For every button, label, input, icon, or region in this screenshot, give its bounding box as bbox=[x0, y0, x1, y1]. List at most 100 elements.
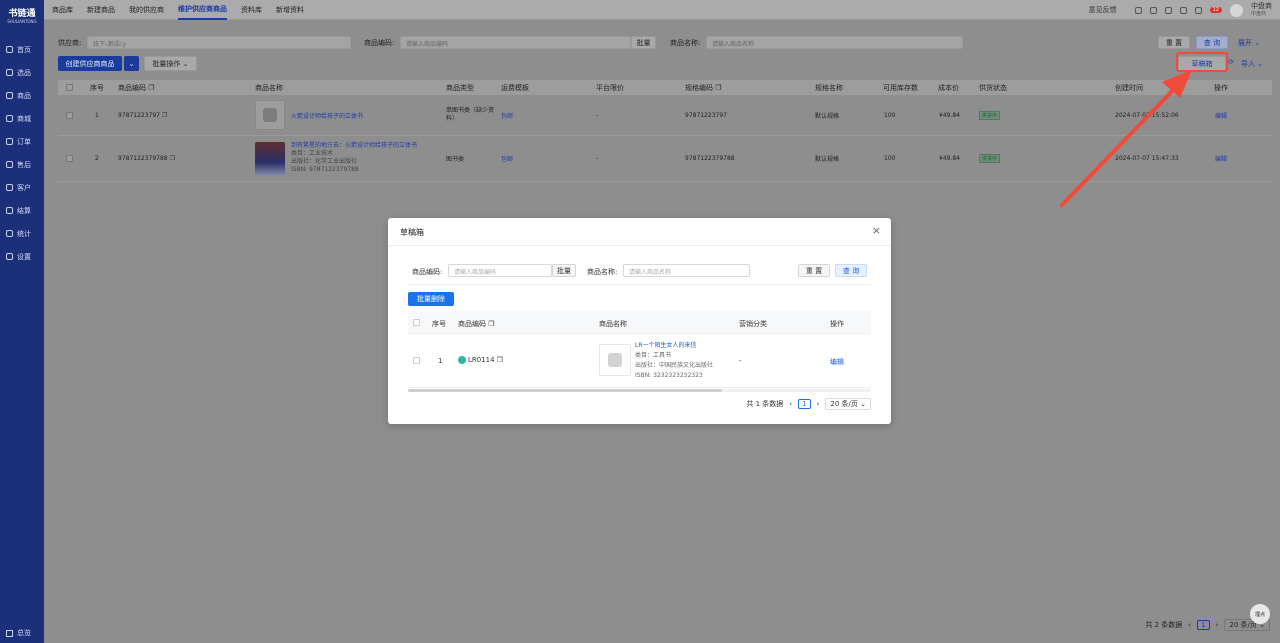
product-name-link[interactable]: 火箭设计师给孩子的立体书 bbox=[291, 111, 363, 120]
edit-link[interactable]: 编辑 bbox=[1215, 154, 1227, 163]
import-link[interactable]: 导入 ⌄ bbox=[1241, 59, 1263, 69]
copy-icon[interactable]: ❐ bbox=[162, 112, 167, 119]
row-checkbox[interactable] bbox=[66, 111, 73, 119]
modal-product-publisher: 出版社：中国民族文化出版社 bbox=[635, 362, 714, 369]
sidebar-item-aftersale[interactable]: 售后 bbox=[0, 153, 44, 176]
sidebar-item-settings[interactable]: 设置 bbox=[0, 245, 44, 268]
copy-icon[interactable]: ❐ bbox=[497, 356, 503, 364]
header-status: 供货状态 bbox=[979, 83, 1007, 92]
sidebar-item-customer[interactable]: 客户 bbox=[0, 176, 44, 199]
batch-operations-button[interactable]: 批量操作 ⌄ bbox=[144, 56, 197, 71]
modal-scrollbar-thumb[interactable] bbox=[408, 389, 722, 392]
headset-icon[interactable] bbox=[1164, 6, 1172, 14]
download-icon[interactable] bbox=[1134, 6, 1142, 14]
product-thumbnail bbox=[255, 100, 285, 130]
modal-page-size-select[interactable]: 20 条/页 ⌄ bbox=[825, 398, 871, 410]
modal-table-header: 序号 商品编码 ❐ 商品名称 营销分类 操作 bbox=[408, 311, 871, 334]
code-input[interactable]: 请输入商品编码 bbox=[400, 36, 631, 49]
copy-icon[interactable]: ❐ bbox=[148, 84, 154, 92]
copy-icon[interactable]: ❐ bbox=[715, 84, 721, 92]
product-name-link[interactable]: 到有繁星的地方去：火箭设计师给孩子的立体书 bbox=[291, 142, 417, 150]
modal-query-button[interactable]: 查 询 bbox=[835, 264, 867, 277]
query-button[interactable]: 查 询 bbox=[1196, 36, 1228, 49]
diamond-icon[interactable] bbox=[1149, 6, 1157, 14]
modal-page-number[interactable]: 1 bbox=[798, 399, 811, 409]
name-input[interactable]: 请输入商品名称 bbox=[706, 36, 963, 49]
bell-icon[interactable] bbox=[1194, 6, 1202, 14]
tab-new-product[interactable]: 新建商品 bbox=[87, 0, 115, 20]
menu-icon bbox=[6, 629, 13, 637]
feedback-link[interactable]: 意见反馈 bbox=[1089, 5, 1117, 15]
shipping-template-link[interactable]: 包邮 bbox=[501, 154, 513, 163]
header-created: 创建时间 bbox=[1115, 83, 1143, 92]
modal-header-marketing: 营销分类 bbox=[739, 320, 767, 328]
collapse-label: 总览 bbox=[17, 629, 31, 637]
reset-button[interactable]: 重 置 bbox=[1158, 36, 1190, 49]
sidebar-item-settle[interactable]: 结算 bbox=[0, 199, 44, 222]
create-dropdown-button[interactable]: ⌄ bbox=[124, 56, 139, 71]
close-icon[interactable]: × bbox=[872, 224, 881, 237]
modal-select-all-checkbox[interactable] bbox=[413, 319, 420, 326]
edit-link[interactable]: 编辑 bbox=[1215, 111, 1227, 120]
product-table: 序号 商品编码 ❐ 商品名称 商品类型 运费模板 平台限价 规格编码 ❐ 规格名… bbox=[58, 80, 1272, 182]
modal-product-isbn: ISBN: 3232323232323 bbox=[635, 372, 703, 379]
modal-header-code-label: 商品编码 bbox=[458, 320, 486, 328]
row-index: 2 bbox=[95, 155, 99, 162]
prev-page-icon[interactable]: ‹ bbox=[789, 400, 792, 408]
sidebar-item-select[interactable]: 选品 bbox=[0, 61, 44, 84]
create-supplier-product-button[interactable]: 创建供应商商品 bbox=[58, 56, 122, 71]
sidebar-item-order[interactable]: 订单 bbox=[0, 130, 44, 153]
select-all-checkbox[interactable] bbox=[66, 84, 73, 91]
copy-icon[interactable]: ❐ bbox=[170, 155, 175, 162]
document-icon[interactable] bbox=[1179, 6, 1187, 14]
copy-icon[interactable]: ❐ bbox=[488, 320, 494, 328]
modal-product-name-link[interactable]: LR一个陌生女人的来信 bbox=[635, 341, 713, 351]
header-shipping: 运费模板 bbox=[501, 83, 529, 92]
refresh-icon[interactable]: ⟳ bbox=[1228, 58, 1234, 66]
app-logo[interactable]: 书链通 SHULIANTONG bbox=[0, 0, 44, 30]
prev-page-icon[interactable]: ‹ bbox=[1188, 621, 1191, 629]
sidebar-collapse[interactable]: 总览 bbox=[6, 628, 31, 638]
tab-add-material[interactable]: 新增资料 bbox=[276, 0, 304, 20]
price-limit: - bbox=[596, 111, 599, 119]
sidebar-item-mall[interactable]: 商城 bbox=[0, 107, 44, 130]
batch-button[interactable]: 批量 bbox=[631, 36, 656, 49]
tab-maintain-supplier-products[interactable]: 维护供应商商品 bbox=[178, 0, 227, 20]
status-badge: 供货中 bbox=[979, 154, 1001, 163]
next-page-icon[interactable]: › bbox=[817, 400, 820, 408]
modal-edit-link[interactable]: 编辑 bbox=[830, 357, 844, 367]
supplier-select[interactable]: 线下-测试cy bbox=[87, 36, 351, 49]
logo-text: 书链通 bbox=[8, 9, 36, 19]
sidebar-item-label: 订单 bbox=[17, 137, 31, 146]
next-page-icon[interactable]: › bbox=[1216, 621, 1219, 629]
modal-reset-button[interactable]: 重 置 bbox=[798, 264, 830, 277]
sidebar-item-home[interactable]: 首页 bbox=[0, 38, 44, 61]
row-checkbox[interactable] bbox=[66, 155, 73, 162]
expand-link[interactable]: 展开 ⌄ bbox=[1238, 38, 1260, 48]
sidebar-item-stats[interactable]: 统计 bbox=[0, 222, 44, 245]
sidebar-item-label: 统计 bbox=[17, 229, 31, 238]
modal-row-checkbox[interactable] bbox=[413, 357, 420, 364]
avatar[interactable] bbox=[1230, 3, 1243, 17]
cost-price: ¥49.84 bbox=[939, 155, 960, 162]
home-icon bbox=[6, 46, 13, 53]
goods-icon bbox=[6, 92, 13, 99]
pagination-total: 共 2 条数据 bbox=[1145, 621, 1183, 629]
tracking-float-button[interactable]: 埋点 bbox=[1250, 604, 1270, 624]
batch-delete-button[interactable]: 批量删除 bbox=[408, 292, 454, 306]
sidebar-item-label: 商城 bbox=[17, 114, 31, 123]
modal-batch-button[interactable]: 批量 bbox=[552, 264, 576, 277]
user-info[interactable]: 中盘商 中盘商 bbox=[1251, 2, 1272, 18]
tab-material-library[interactable]: 资料库 bbox=[241, 0, 262, 20]
modal-header-index: 序号 bbox=[432, 320, 446, 328]
modal-row-code: LR0114 ❐ bbox=[458, 356, 503, 364]
tab-my-suppliers[interactable]: 我的供应商 bbox=[129, 0, 164, 20]
sidebar-item-goods[interactable]: 商品 bbox=[0, 84, 44, 107]
shipping-template-link[interactable]: 包邮 bbox=[501, 111, 513, 120]
tab-product-library[interactable]: 商品库 bbox=[52, 0, 73, 20]
modal-code-input[interactable]: 请输入商品编码 bbox=[448, 264, 552, 277]
page-number[interactable]: 1 bbox=[1197, 620, 1210, 630]
modal-name-input[interactable]: 请输入商品名称 bbox=[623, 264, 750, 277]
product-isbn: ISBN: 9787122379788 bbox=[291, 166, 359, 173]
draft-box-modal: 草稿箱 × 商品编码: 请输入商品编码 批量 商品名称: 请输入商品名称 重 置… bbox=[388, 218, 891, 424]
